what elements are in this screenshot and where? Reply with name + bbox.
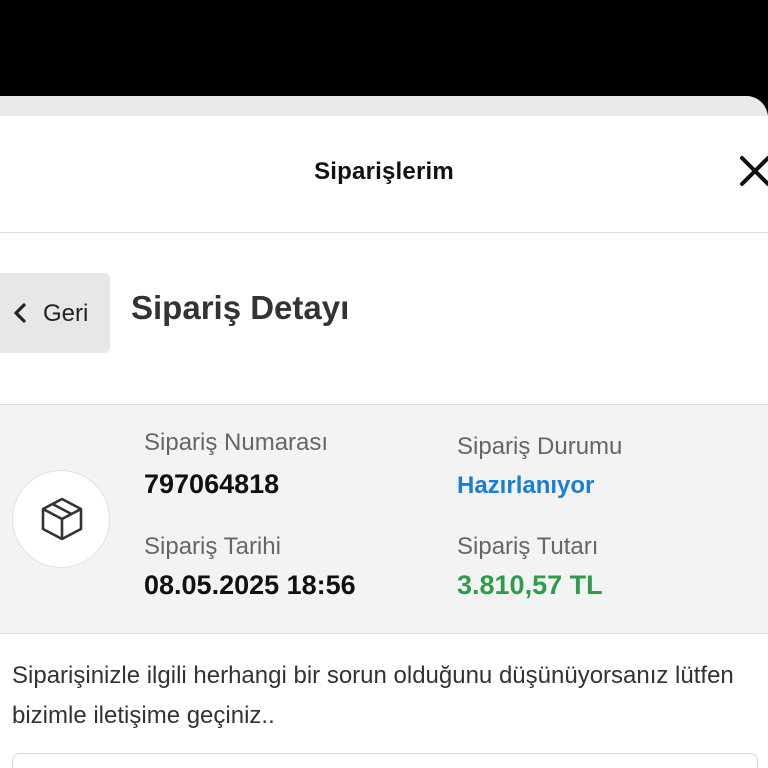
order-status-label: Sipariş Durumu <box>457 433 623 460</box>
back-button-label: Geri <box>43 300 89 327</box>
sheet-header: Siparişlerim <box>0 116 768 233</box>
contact-card[interactable] <box>12 753 758 768</box>
order-total-value: 3.810,57 TL <box>457 570 603 600</box>
order-date-value: 08.05.2025 18:56 <box>144 570 356 600</box>
order-number-value: 797064818 <box>144 469 280 499</box>
package-box-icon <box>41 497 83 541</box>
order-icon-badge <box>12 470 110 568</box>
order-total-label: Sipariş Tutarı <box>457 533 599 560</box>
order-status-value: Hazırlanıyor <box>457 472 595 499</box>
close-button[interactable] <box>736 152 768 192</box>
order-number-label: Sipariş Numarası <box>144 429 329 456</box>
bottom-sheet: Siparişlerim Geri Sipariş Detayı Sipariş… <box>0 96 768 768</box>
sheet-top-strip <box>0 96 768 116</box>
close-icon <box>740 156 768 186</box>
back-button[interactable]: Geri <box>0 273 110 353</box>
chevron-left-icon <box>14 303 26 323</box>
order-date-label: Sipariş Tarihi <box>144 533 281 560</box>
status-bar-area <box>0 0 768 96</box>
detail-subheader: Geri Sipariş Detayı <box>0 233 768 405</box>
sheet-title: Siparişlerim <box>314 158 454 185</box>
support-help-text: Siparişinizle ilgili herhangi bir sorun … <box>12 662 734 729</box>
page-title: Sipariş Detayı <box>131 289 350 326</box>
order-info-panel: Sipariş Numarası 797064818 Sipariş Durum… <box>0 405 768 634</box>
